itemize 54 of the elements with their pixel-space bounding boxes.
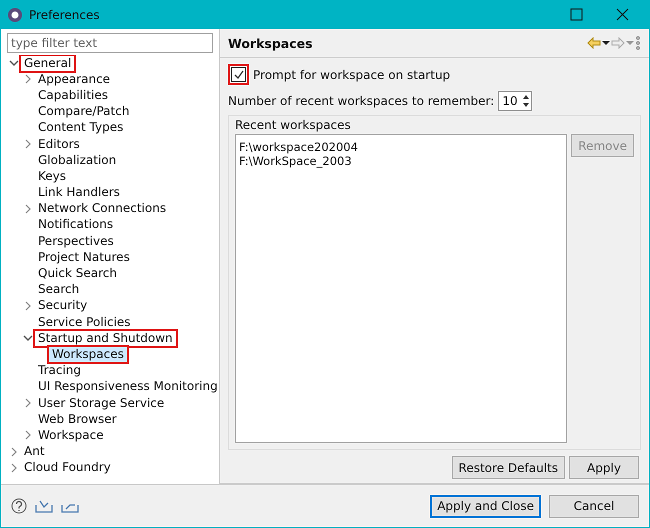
chevron-down-icon[interactable]	[9, 58, 19, 68]
tree-item[interactable]: Ant	[21, 444, 48, 460]
tree-item[interactable]: UI Responsiveness Monitoring	[35, 379, 219, 394]
page-button[interactable]: Restore Defaults	[452, 456, 565, 479]
workspace-list[interactable]: F:\workspace202004 F:\WorkSpace_2003	[235, 134, 568, 443]
tree-item[interactable]: Tracing	[35, 363, 84, 378]
tree-item[interactable]: Workspaces	[49, 346, 127, 362]
chevron-right-icon[interactable]	[23, 204, 33, 214]
tree-item[interactable]: User Storage Service	[35, 396, 168, 411]
tree-item[interactable]: Content Types	[35, 120, 126, 136]
tree-item[interactable]: Perspectives	[35, 234, 117, 249]
tree-item[interactable]: Appearance	[35, 72, 114, 87]
help-icon[interactable]	[11, 498, 27, 514]
chevron-right-icon[interactable]	[23, 74, 33, 84]
list-item[interactable]: F:\workspace202004	[239, 140, 564, 154]
chevron-right-icon[interactable]	[23, 398, 33, 408]
dialog-button[interactable]: Cancel	[549, 494, 639, 518]
dialog-button[interactable]: Apply and Close	[430, 494, 541, 518]
tree-item[interactable]: Service Policies	[35, 314, 134, 330]
tree-item[interactable]: Capabilities	[35, 88, 111, 103]
list-item[interactable]: F:\WorkSpace_2003	[239, 154, 564, 168]
tree-item[interactable]: Security	[35, 298, 90, 314]
tree-item[interactable]: Editors	[35, 136, 83, 152]
number-spinner[interactable]: 10	[498, 91, 532, 111]
chevron-right-icon[interactable]	[9, 446, 19, 457]
tree-item[interactable]: Cloud Foundry	[21, 460, 114, 476]
tree-item[interactable]: Workspace	[35, 428, 107, 443]
chevron-right-icon[interactable]	[9, 462, 19, 473]
tree-item[interactable]: Globalization	[35, 152, 120, 168]
tree-item[interactable]: Startup and Shutdown	[35, 330, 176, 346]
count-label: Number of recent workspaces to remember:	[228, 94, 494, 108]
more-icon[interactable]	[635, 36, 641, 50]
chevron-right-icon[interactable]	[23, 139, 33, 150]
group-title: Recent workspaces	[235, 118, 352, 132]
tree-item[interactable]: Notifications	[35, 217, 116, 232]
dropdown-icon[interactable]	[601, 38, 611, 48]
tree-item[interactable]: Keys	[35, 168, 70, 184]
tree-item[interactable]: Link Handlers	[35, 185, 123, 200]
chevron-right-icon[interactable]	[23, 300, 33, 311]
import-icon[interactable]	[35, 499, 53, 513]
tree-item[interactable]: Search	[35, 282, 82, 298]
tree-item[interactable]: General	[21, 56, 74, 71]
tree-item[interactable]: Web Browser	[35, 412, 120, 427]
tree-item[interactable]: Network Connections	[35, 201, 170, 216]
chevron-right-icon[interactable]	[23, 430, 33, 440]
checkbox-label: Prompt for workspace on startup	[253, 68, 450, 82]
window-title: Preferences	[29, 8, 101, 22]
page-button[interactable]: Apply	[569, 456, 639, 479]
tree-item[interactable]: Project Natures	[35, 250, 133, 265]
filter-field[interactable]: type filter text	[7, 33, 213, 53]
tree-item[interactable]: Compare/Patch	[35, 104, 132, 120]
tree-item[interactable]: Quick Search	[35, 266, 120, 282]
page-title: Workspaces	[228, 36, 314, 50]
chevron-down-icon[interactable]	[23, 333, 33, 344]
